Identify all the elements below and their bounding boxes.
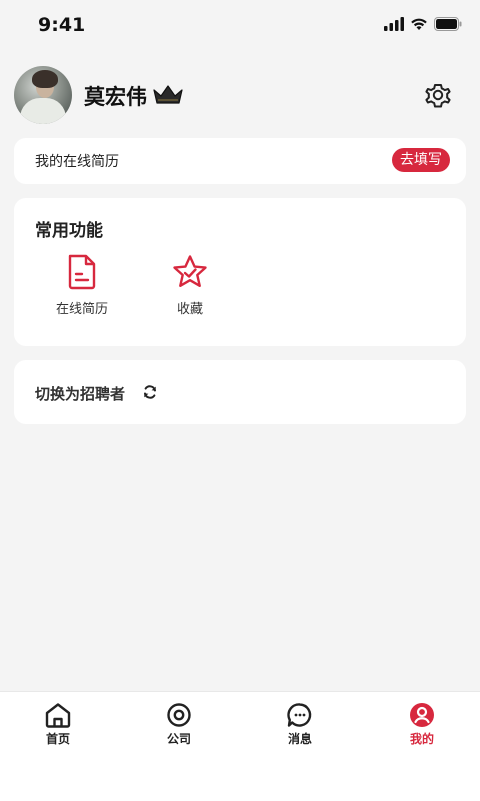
home-icon bbox=[45, 703, 71, 728]
feature-online-resume[interactable]: 在线简历 bbox=[37, 254, 127, 317]
fill-resume-button[interactable]: 去填写 bbox=[392, 148, 450, 172]
star-icon bbox=[173, 255, 207, 287]
battery-icon bbox=[434, 17, 462, 31]
feature-favorites[interactable]: 收藏 bbox=[145, 254, 235, 317]
profile-icon bbox=[410, 703, 434, 727]
switch-role-label: 切换为招聘者 bbox=[35, 385, 126, 403]
status-time: 9:41 bbox=[38, 14, 86, 36]
tab-label: 公司 bbox=[166, 732, 191, 746]
refresh-icon bbox=[144, 385, 156, 399]
status-icons bbox=[384, 17, 462, 31]
avatar[interactable] bbox=[14, 66, 72, 124]
tab-mine[interactable]: 我的 bbox=[382, 702, 462, 747]
tab-label: 消息 bbox=[287, 732, 312, 746]
crown-icon bbox=[153, 85, 183, 104]
tab-home[interactable]: 首页 bbox=[18, 702, 98, 747]
document-icon bbox=[68, 254, 96, 290]
message-icon bbox=[287, 703, 312, 727]
features-title: 常用功能 bbox=[35, 221, 103, 241]
common-features-card: 常用功能 在线简历 收藏 bbox=[14, 198, 466, 346]
tab-messages[interactable]: 消息 bbox=[260, 702, 340, 747]
settings-gear-icon[interactable] bbox=[422, 79, 454, 111]
profile-header: 莫宏伟 bbox=[14, 66, 466, 124]
wifi-icon bbox=[411, 18, 427, 30]
bottom-tab-bar: 首页 公司 消息 我的 bbox=[0, 691, 480, 801]
tab-label: 首页 bbox=[45, 732, 70, 746]
online-resume-bar[interactable]: 我的在线简历 去填写 bbox=[14, 138, 466, 184]
cellular-signal-icon bbox=[384, 17, 404, 31]
feature-label: 在线简历 bbox=[55, 302, 108, 317]
switch-to-recruiter[interactable]: 切换为招聘者 bbox=[14, 360, 466, 424]
resume-label: 我的在线简历 bbox=[35, 154, 119, 170]
user-name: 莫宏伟 bbox=[84, 85, 147, 109]
company-icon bbox=[167, 703, 191, 727]
status-bar: 9:41 bbox=[0, 0, 480, 52]
tab-label: 我的 bbox=[409, 732, 434, 746]
feature-label: 收藏 bbox=[176, 302, 203, 317]
tab-company[interactable]: 公司 bbox=[139, 702, 219, 747]
